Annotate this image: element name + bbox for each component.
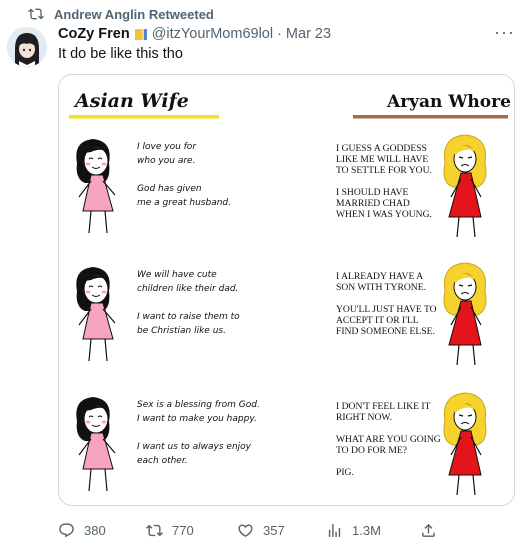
- left-dialogue-line: We will have cute: [137, 270, 217, 280]
- left-title-underline: [69, 115, 219, 119]
- right-dialogue-line: WHEN I WAS YOUNG.: [336, 209, 432, 220]
- right-dialogue-line: I DON'T FEEL LIKE IT: [336, 401, 431, 412]
- right-dialogue-line: YOU'LL JUST HAVE TO: [336, 304, 437, 315]
- left-dialogue-line: be Christian like us.: [137, 326, 226, 336]
- tweet-actions: 380 770 357 1.3M: [58, 522, 458, 546]
- left-dialogue-line: God has given: [137, 184, 202, 194]
- retweet-button[interactable]: 770: [146, 522, 194, 539]
- right-dialogue-line: MARRIED CHAD: [336, 198, 410, 209]
- views-button[interactable]: 1.3M: [326, 522, 381, 539]
- retweet-label: Andrew Anglin Retweeted: [54, 6, 214, 22]
- right-dialogue-line: I SHOULD HAVE: [336, 187, 408, 198]
- right-dialogue-line: WHAT ARE YOU GOING: [336, 434, 441, 445]
- right-dialogue-line: RIGHT NOW.: [336, 412, 392, 423]
- like-button[interactable]: 357: [237, 522, 285, 539]
- right-dialogue-line: I GUESS A GODDESS: [336, 143, 427, 154]
- left-dialogue-line: I love you for: [137, 142, 197, 152]
- author-display-name[interactable]: CoZy Fren: [58, 26, 130, 42]
- right-dialogue-line: TO SETTLE FOR YOU.: [336, 165, 432, 176]
- retweet-indicator[interactable]: Andrew Anglin Retweeted: [28, 6, 214, 22]
- left-dialogue-line: I want to make you happy.: [137, 414, 257, 424]
- left-dialogue-line: Sex is a blessing from God.: [137, 400, 260, 410]
- aryan-whore-figure: [443, 392, 487, 496]
- aryan-whore-figure: [443, 134, 487, 238]
- right-dialogue-line: PIG.: [336, 467, 354, 478]
- left-dialogue-line: children like their dad.: [137, 284, 238, 294]
- views-chart-icon: [328, 524, 341, 537]
- right-dialogue-line: SON WITH TYRONE.: [336, 282, 426, 293]
- retweet-icon: [146, 524, 163, 537]
- asian-wife-figure: [76, 397, 116, 492]
- avatar[interactable]: [7, 27, 47, 67]
- separator: ·: [277, 26, 282, 42]
- tweet-media-image[interactable]: Asian Wife Aryan Whore I love you for who…: [58, 74, 515, 506]
- left-title: Asian Wife: [73, 90, 189, 112]
- retweet-icon: [28, 8, 44, 20]
- left-dialogue-line: who you are.: [137, 156, 195, 166]
- asian-wife-figure: [76, 267, 116, 362]
- right-dialogue-line: FIND SOMEONE ELSE.: [336, 326, 435, 337]
- reply-count: 380: [84, 523, 106, 538]
- left-dialogue-line: each other.: [137, 456, 188, 466]
- left-dialogue-line: I want us to always enjoy: [137, 442, 252, 452]
- left-dialogue-line: me a great husband.: [137, 198, 231, 208]
- right-dialogue-line: I ALREADY HAVE A: [336, 271, 423, 282]
- right-dialogue-line: TO DO FOR ME?: [336, 445, 407, 456]
- tweet-text: It do be like this tho: [58, 46, 183, 62]
- like-count: 357: [263, 523, 285, 538]
- share-button[interactable]: [420, 522, 437, 539]
- tweet-date[interactable]: Mar 23: [286, 26, 331, 42]
- aryan-whore-figure: [443, 262, 487, 366]
- share-icon: [422, 523, 435, 537]
- right-dialogue-line: LIKE ME WILL HAVE: [336, 154, 428, 165]
- left-dialogue-line: I want to raise them to: [137, 312, 240, 322]
- views-count: 1.3M: [352, 523, 381, 538]
- right-dialogue-line: ACCEPT IT OR I'LL: [336, 315, 419, 326]
- affiliate-badge-icon: [134, 28, 147, 40]
- author-handle[interactable]: @itzYourMom69lol: [152, 26, 273, 42]
- asian-wife-figure: [76, 139, 116, 234]
- comic-image: Asian Wife Aryan Whore I love you for who…: [69, 90, 511, 496]
- heart-icon: [238, 524, 253, 537]
- right-title: Aryan Whore: [386, 92, 511, 112]
- retweet-count: 770: [172, 523, 194, 538]
- reply-icon: [59, 523, 74, 538]
- reply-button[interactable]: 380: [58, 522, 106, 539]
- right-title-underline: [353, 115, 508, 119]
- more-options-icon[interactable]: ···: [494, 22, 515, 43]
